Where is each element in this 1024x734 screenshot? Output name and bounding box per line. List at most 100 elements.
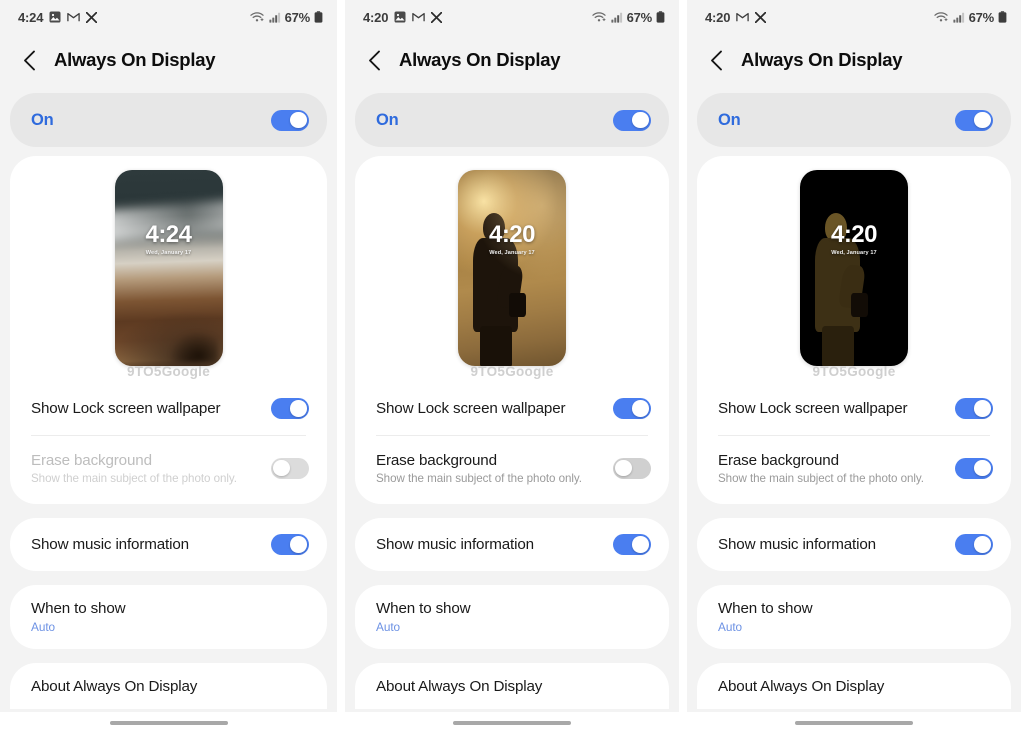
row-subtitle: Show the main subject of the photo only.: [718, 471, 924, 485]
aod-master-switch-label: On: [31, 110, 54, 129]
screenshot-triptych: 4:24 67% Always On Display On 4:24 Wed, …: [0, 0, 1024, 734]
row-title: When to show: [376, 600, 471, 617]
photos-icon: [49, 11, 61, 23]
music-info-card: Show music information: [355, 518, 669, 571]
row-show-lock-screen-wallpaper[interactable]: Show Lock screen wallpaper: [697, 382, 1011, 435]
toggle-knob: [615, 459, 632, 477]
page-title: Always On Display: [399, 49, 561, 70]
home-indicator[interactable]: [109, 721, 228, 725]
when-to-show-card: When to show Auto: [355, 585, 669, 649]
aod-master-toggle[interactable]: [613, 109, 651, 131]
row-texts: Show Lock screen wallpaper: [31, 400, 221, 417]
watermark: 9TO5Google: [812, 364, 896, 379]
aod-master-switch-label: On: [376, 110, 399, 129]
aod-master-switch-row[interactable]: On: [10, 93, 327, 147]
row-texts: Show music information: [31, 536, 189, 553]
status-bar-right: 67%: [933, 10, 1007, 25]
aod-master-toggle[interactable]: [271, 109, 309, 131]
when-to-show-card: When to show Auto: [10, 585, 327, 649]
aod-preview-card: 4:20 Wed, January 17 9TO5Google: [697, 156, 1011, 382]
row-when-to-show[interactable]: When to show Auto: [697, 585, 1011, 649]
erase-background-toggle[interactable]: [955, 457, 993, 479]
aod-master-toggle[interactable]: [955, 109, 993, 131]
aod-master-switch-row[interactable]: On: [697, 93, 1011, 147]
row-texts: Show Lock screen wallpaper: [718, 400, 908, 417]
show-lock-screen-wallpaper-toggle[interactable]: [955, 398, 993, 419]
aod-preview-clock: 4:20: [488, 221, 536, 248]
row-subtitle: Auto: [718, 620, 743, 634]
erase-background-toggle[interactable]: [613, 457, 651, 479]
page-title: Always On Display: [741, 49, 903, 70]
watermark: 9TO5Google: [470, 364, 554, 379]
status-bar-left: 4:20: [705, 10, 767, 25]
show-lock-screen-wallpaper-toggle[interactable]: [271, 398, 309, 419]
toggle-knob: [290, 400, 307, 417]
battery-icon: [656, 11, 665, 23]
phone-screen-1: 4:24 67% Always On Display On 4:24 Wed, …: [0, 0, 337, 734]
row-texts: When to show Auto: [31, 600, 126, 634]
silhouette-camera: [851, 292, 869, 318]
row-show-music-information[interactable]: Show music information: [697, 518, 1011, 571]
row-show-music-information[interactable]: Show music information: [355, 518, 669, 571]
toggle-knob: [974, 459, 991, 477]
row-texts: Show Lock screen wallpaper: [376, 400, 566, 417]
navigation-bar: [345, 712, 679, 734]
page-header: Always On Display: [687, 34, 1021, 86]
back-chevron-icon[interactable]: [18, 49, 40, 71]
back-chevron-icon[interactable]: [705, 49, 727, 71]
x-icon: [431, 11, 443, 23]
battery-percent-label: 67%: [626, 9, 653, 25]
row-show-music-information[interactable]: Show music information: [10, 518, 327, 571]
row-texts: Erase background Show the main subject o…: [376, 452, 582, 485]
erase-background-toggle[interactable]: [271, 457, 309, 479]
toggle-knob: [632, 111, 649, 129]
row-subtitle: Show the main subject of the photo only.: [31, 471, 237, 485]
home-indicator[interactable]: [795, 721, 913, 725]
aod-master-switch-row[interactable]: On: [355, 93, 669, 147]
row-title: About Always On Display: [718, 677, 885, 695]
back-chevron-icon[interactable]: [363, 49, 385, 71]
show-music-information-toggle[interactable]: [613, 534, 651, 555]
toggle-knob: [974, 536, 991, 553]
row-show-lock-screen-wallpaper[interactable]: Show Lock screen wallpaper: [355, 382, 669, 435]
phone-screen-2: 4:20 67% Always On Display On 4:20 Wed, …: [345, 0, 679, 734]
aod-preview-date: Wed, January 17: [489, 250, 535, 256]
show-music-information-toggle[interactable]: [955, 534, 993, 555]
row-subtitle: Show the main subject of the photo only.: [376, 471, 582, 485]
row-show-lock-screen-wallpaper[interactable]: Show Lock screen wallpaper: [10, 382, 327, 435]
row-subtitle: Auto: [376, 620, 401, 634]
about-aod-card[interactable]: About Always On Display: [10, 663, 327, 709]
wifi-icon: [249, 11, 265, 23]
battery-percent-label: 67%: [284, 9, 311, 25]
page-header: Always On Display: [0, 34, 337, 86]
about-aod-card[interactable]: About Always On Display: [355, 663, 669, 709]
status-bar-right: 67%: [591, 9, 665, 25]
about-aod-card[interactable]: About Always On Display: [697, 663, 1011, 709]
home-indicator[interactable]: [453, 721, 571, 725]
row-erase-background[interactable]: Erase background Show the main subject o…: [697, 436, 1011, 500]
row-title: Show music information: [31, 536, 189, 553]
aod-preview-phone: 4:20 Wed, January 17: [458, 170, 566, 366]
status-bar-left: 4:20: [363, 10, 443, 25]
cellular-signal-icon: [610, 12, 623, 23]
show-lock-screen-wallpaper-toggle[interactable]: [613, 398, 651, 419]
watermark: 9TO5Google: [126, 364, 211, 379]
row-erase-background[interactable]: Erase background Show the main subject o…: [10, 436, 327, 500]
gmail-icon: [736, 12, 749, 22]
status-bar-left: 4:24: [18, 10, 98, 25]
row-when-to-show[interactable]: When to show Auto: [355, 585, 669, 649]
row-erase-background[interactable]: Erase background Show the main subject o…: [355, 436, 669, 500]
page-title: Always On Display: [54, 49, 216, 70]
aod-preview-card: 4:24 Wed, January 17 9TO5Google: [10, 156, 327, 382]
row-texts: Show music information: [718, 536, 876, 553]
row-when-to-show[interactable]: When to show Auto: [10, 585, 327, 649]
music-info-card: Show music information: [697, 518, 1011, 571]
aod-preview-clock: 4:20: [830, 221, 878, 248]
silhouette-legs: [821, 326, 854, 366]
status-bar: 4:20 67%: [345, 0, 679, 34]
show-music-information-toggle[interactable]: [271, 534, 309, 555]
panel-gutter: [679, 0, 687, 734]
panel-gutter: [337, 0, 345, 734]
